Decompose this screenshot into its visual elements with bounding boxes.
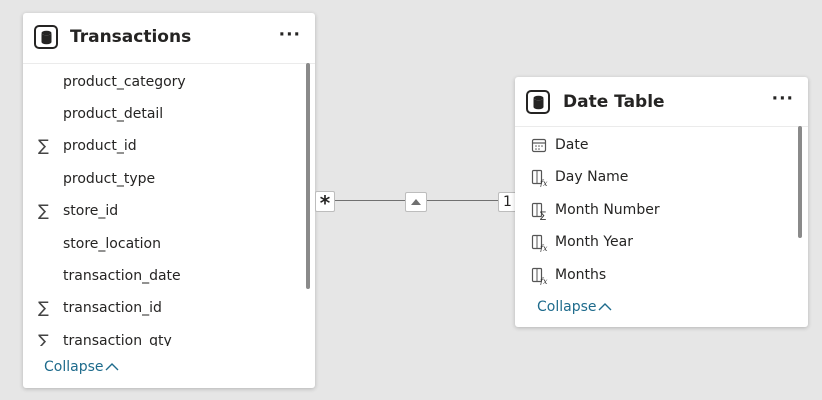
- chevron-up-icon: [105, 363, 119, 371]
- calculated-sum-column-icon: ∑: [531, 202, 546, 220]
- sigma-icon: ∑: [38, 298, 49, 317]
- field-label: Month Year: [555, 234, 633, 250]
- table-icon: [526, 90, 550, 114]
- field-transaction-id[interactable]: ∑ transaction_id: [23, 294, 303, 322]
- table-icon: [34, 25, 58, 49]
- table-header[interactable]: Date Table ···: [515, 77, 808, 127]
- collapse-button[interactable]: Collapse: [537, 299, 612, 315]
- field-label: product_detail: [63, 106, 164, 122]
- scrollbar[interactable]: [306, 63, 310, 289]
- sigma-icon: ∑: [38, 136, 49, 155]
- field-label: store_location: [63, 236, 161, 252]
- svg-text:fx: fx: [539, 179, 548, 187]
- field-date[interactable]: Date: [515, 131, 796, 159]
- collapse-button[interactable]: Collapse: [44, 359, 119, 375]
- field-store-id[interactable]: ∑ store_id: [23, 197, 303, 225]
- date-table-card[interactable]: Date Table ··· Date fx Day Name ∑ Month …: [515, 77, 808, 327]
- field-transaction-date[interactable]: transaction_date: [23, 262, 303, 290]
- field-label: Month Number: [555, 202, 660, 218]
- field-label: product_type: [63, 171, 156, 187]
- field-product-detail[interactable]: product_detail: [23, 100, 303, 128]
- field-month-number[interactable]: ∑ Month Number: [515, 196, 796, 224]
- more-options-icon[interactable]: ···: [772, 91, 794, 108]
- more-options-icon[interactable]: ···: [279, 27, 301, 44]
- field-label: Day Name: [555, 169, 629, 185]
- field-label: store_id: [63, 203, 119, 219]
- calculated-column-icon: fx: [531, 267, 548, 285]
- field-months[interactable]: fx Months: [515, 261, 796, 289]
- chevron-up-icon: [598, 303, 612, 311]
- table-title: Date Table: [563, 92, 665, 112]
- field-label: transaction_id: [63, 300, 162, 316]
- field-label: product_category: [63, 74, 186, 90]
- field-label: transaction_qty: [63, 333, 172, 346]
- scrollbar[interactable]: [798, 126, 802, 238]
- sigma-icon: ∑: [38, 331, 49, 346]
- field-store-location[interactable]: store_location: [23, 230, 303, 258]
- field-label: Months: [555, 267, 607, 283]
- field-label: transaction_date: [63, 268, 181, 284]
- calendar-icon: [531, 138, 547, 153]
- collapse-label: Collapse: [537, 299, 597, 315]
- svg-text:fx: fx: [539, 244, 548, 252]
- field-label: product_id: [63, 138, 137, 154]
- sigma-icon: ∑: [38, 201, 49, 220]
- field-product-id[interactable]: ∑ product_id: [23, 132, 303, 160]
- filter-direction-arrow-icon[interactable]: [405, 192, 427, 212]
- calculated-column-icon: fx: [531, 169, 548, 187]
- relationship-many-cardinality: *: [315, 191, 335, 214]
- field-day-name[interactable]: fx Day Name: [515, 163, 796, 191]
- svg-text:∑: ∑: [540, 211, 546, 220]
- field-label: Date: [555, 137, 589, 153]
- calculated-column-icon: fx: [531, 234, 548, 252]
- field-transaction-qty[interactable]: ∑ transaction_qty: [23, 327, 303, 346]
- transactions-table-card[interactable]: Transactions ··· product_category produc…: [23, 13, 315, 388]
- field-product-type[interactable]: product_type: [23, 165, 303, 193]
- table-header[interactable]: Transactions ···: [23, 13, 315, 64]
- field-month-year[interactable]: fx Month Year: [515, 228, 796, 256]
- collapse-label: Collapse: [44, 359, 104, 375]
- table-title: Transactions: [70, 27, 192, 47]
- field-product-category[interactable]: product_category: [23, 68, 303, 96]
- svg-text:fx: fx: [539, 277, 548, 285]
